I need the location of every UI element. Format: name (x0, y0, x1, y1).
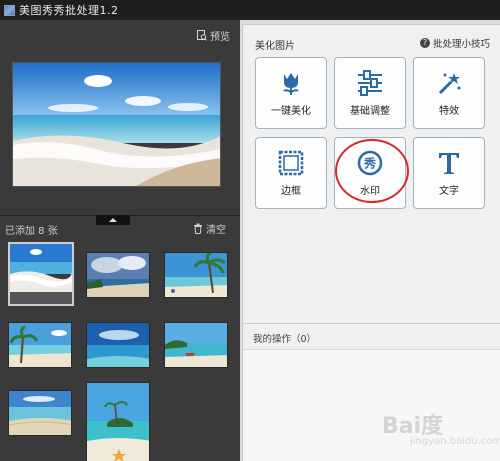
effects-label: 特效 (439, 105, 459, 117)
added-count-label: 已添加 8 张 (5, 226, 58, 237)
right-panel: 美化图片 ? 批处理小技巧 一键美化 基础调整 特效 边框 秀 水印 文字 我的… (240, 20, 500, 461)
operations-label: 我的操作（0） (253, 334, 317, 345)
app-icon (4, 4, 15, 16)
baidu-watermark-url: jingyan.baidu.com (410, 436, 500, 447)
section-title: 美化图片 (255, 41, 295, 52)
main-preview-image (12, 62, 221, 187)
basic-adjust-label: 基础调整 (350, 105, 390, 117)
frame-icon (278, 150, 304, 175)
thumbnail-palm-beach[interactable] (164, 252, 228, 298)
magic-wand-icon (438, 72, 461, 94)
preview-icon (197, 30, 207, 41)
thumbnail-open-sea[interactable] (86, 322, 150, 368)
thumbnail-cloudy-beach[interactable] (86, 252, 150, 298)
watermark-icon: 秀 (357, 150, 383, 175)
left-panel: 预览 已添加 8 张 清空 (0, 20, 240, 461)
preview-label: 预览 (210, 32, 230, 43)
one-click-beautify-button[interactable]: 一键美化 (255, 57, 327, 129)
preview-button[interactable]: 预览 (197, 28, 230, 43)
sliders-icon (358, 69, 382, 96)
frame-button[interactable]: 边框 (255, 137, 327, 209)
clear-button[interactable]: 清空 (193, 221, 226, 236)
one-click-beautify-label: 一键美化 (271, 105, 311, 117)
collapse-toggle[interactable] (96, 215, 130, 225)
thumbnail-calm-bay[interactable] (8, 390, 72, 436)
thumbnail-palm-shore[interactable] (8, 322, 72, 368)
tips-label: 批处理小技巧 (432, 39, 490, 50)
title-bar: 美图秀秀批处理1.2 (0, 0, 500, 20)
text-icon (439, 152, 459, 174)
thumbnail-starfish-island[interactable] (86, 382, 150, 461)
tulip-icon (283, 72, 299, 95)
operations-divider (243, 323, 500, 324)
effects-button[interactable]: 特效 (413, 57, 485, 129)
watermark-button[interactable]: 秀 水印 (334, 137, 406, 209)
window-title: 美图秀秀批处理1.2 (19, 4, 119, 17)
basic-adjust-button[interactable]: 基础调整 (334, 57, 406, 129)
thumbnail-island-boat[interactable] (164, 322, 228, 368)
svg-text:秀: 秀 (363, 155, 377, 170)
tips-link[interactable]: ? 批处理小技巧 (419, 36, 490, 50)
text-label: 文字 (439, 185, 459, 197)
watermark-label: 水印 (360, 185, 380, 197)
help-icon: ? (419, 38, 430, 48)
trash-icon (194, 223, 202, 234)
chevron-up-icon (109, 218, 117, 222)
thumbnail-beach-waves[interactable] (8, 242, 74, 306)
clear-label: 清空 (206, 225, 226, 236)
beautify-panel: 美化图片 ? 批处理小技巧 一键美化 基础调整 特效 边框 秀 水印 文字 我的… (242, 24, 500, 461)
text-button[interactable]: 文字 (413, 137, 485, 209)
frame-label: 边框 (281, 185, 301, 197)
